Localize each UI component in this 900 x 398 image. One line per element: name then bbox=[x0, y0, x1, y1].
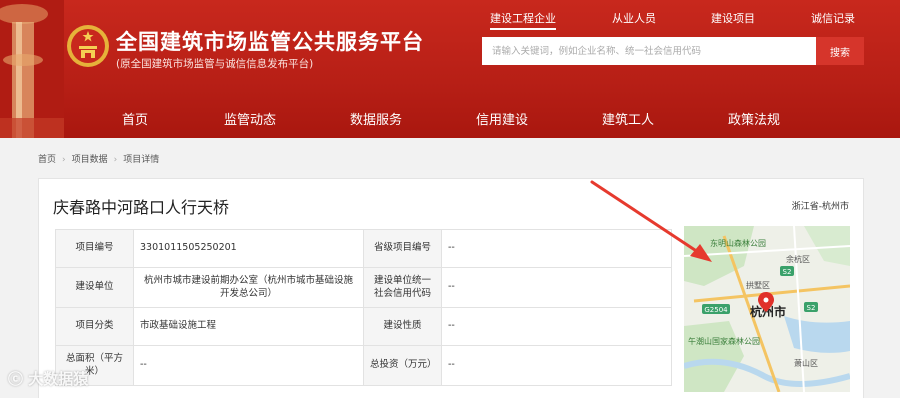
map-road-badge-text: G2504 bbox=[704, 306, 728, 314]
tab-practitioners[interactable]: 从业人员 bbox=[612, 10, 656, 26]
project-info-table: 项目编号 330101150525020​1 省级项目编号 -- 建设单位 杭州… bbox=[55, 229, 672, 386]
tab-credit-records[interactable]: 诚信记录 bbox=[811, 10, 855, 26]
label-project-category: 项目分类 bbox=[55, 307, 134, 346]
breadcrumb-project-detail: 项目详情 bbox=[123, 155, 160, 165]
table-row: 建设单位 杭州市城市建设前期办公室（杭州市城市基础设施开发总公司） 建设单位统一… bbox=[55, 267, 672, 308]
map-label: 拱墅区 bbox=[746, 280, 770, 290]
header-banner: 全国建筑市场监管公共服务平台 (原全国建筑市场监管与诚信信息发布平台) 建设工程… bbox=[0, 0, 900, 138]
breadcrumb-home[interactable]: 首页 bbox=[38, 155, 56, 165]
label-unit-credit-code: 建设单位统一社会信用代码 bbox=[363, 267, 442, 308]
table-row: 项目分类 市政基础设施工程 建设性质 -- bbox=[55, 307, 672, 346]
value-total-investment: -- bbox=[441, 345, 672, 386]
nav-credit-building[interactable]: 信用建设 bbox=[476, 109, 528, 128]
project-title: 庆春路中河路口人行天桥 bbox=[53, 198, 230, 217]
label-project-number: 项目编号 bbox=[55, 229, 134, 268]
page: 全国建筑市场监管公共服务平台 (原全国建筑市场监管与诚信信息发布平台) 建设工程… bbox=[0, 0, 900, 398]
tab-construction-projects[interactable]: 建设项目 bbox=[711, 10, 755, 26]
nav-home[interactable]: 首页 bbox=[122, 109, 148, 128]
nav-construction-workers[interactable]: 建筑工人 bbox=[602, 109, 654, 128]
table-row: 项目编号 330101150525020​1 省级项目编号 -- bbox=[55, 229, 672, 268]
map-label: 萧山区 bbox=[794, 358, 818, 368]
value-project-number: 330101150525020​1 bbox=[133, 229, 364, 268]
watermark-logo: ⓒ 大数据猿 bbox=[8, 368, 88, 389]
site-title: 全国建筑市场监管公共服务平台 bbox=[116, 30, 424, 54]
top-tabs: 建设工程企业 从业人员 建设项目 诚信记录 bbox=[470, 10, 890, 30]
map-road-badge-text: S2 bbox=[783, 268, 792, 276]
label-construction-nature: 建设性质 bbox=[363, 307, 442, 346]
huabiao-pillar-decoration bbox=[0, 0, 64, 138]
red-arrow-annotation bbox=[590, 180, 712, 262]
value-construction-nature: -- bbox=[441, 307, 672, 346]
chevron-right-icon: › bbox=[62, 155, 66, 165]
search-input[interactable] bbox=[482, 37, 816, 65]
map-label: 午潮山国家森林公园 bbox=[688, 336, 760, 346]
label-total-investment: 总投资（万元） bbox=[363, 345, 442, 386]
search-button[interactable]: 搜索 bbox=[816, 37, 864, 65]
tab-construction-companies[interactable]: 建设工程企业 bbox=[490, 10, 556, 30]
main-nav: 首页 监管动态 数据服务 信用建设 建筑工人 政策法规 bbox=[70, 99, 870, 137]
breadcrumb: 首页 › 项目数据 › 项目详情 bbox=[38, 152, 159, 165]
label-construction-unit: 建设单位 bbox=[55, 267, 134, 308]
breadcrumb-project-data[interactable]: 项目数据 bbox=[72, 155, 108, 165]
nav-regulatory-news[interactable]: 监管动态 bbox=[224, 109, 276, 128]
value-project-category: 市政基础设施工程 bbox=[133, 307, 364, 346]
site-subtitle: (原全国建筑市场监管与诚信信息发布平台) bbox=[116, 58, 314, 70]
value-construction-unit: 杭州市城市建设前期办公室（杭州市城市基础设施开发总公司） bbox=[133, 267, 364, 308]
national-emblem-icon bbox=[67, 25, 109, 67]
map-road-badge-text: S2 bbox=[807, 304, 816, 312]
map-label: 余杭区 bbox=[786, 254, 810, 264]
watermark-icon: ⓒ bbox=[8, 370, 29, 388]
chevron-right-icon: › bbox=[113, 155, 118, 165]
table-row: 总面积（平方米） -- 总投资（万元） -- bbox=[55, 345, 672, 386]
nav-policies-regulations[interactable]: 政策法规 bbox=[728, 109, 780, 128]
nav-data-services[interactable]: 数据服务 bbox=[350, 109, 402, 128]
project-region: 浙江省-杭州市 bbox=[791, 202, 849, 212]
watermark-text: 大数据猿 bbox=[28, 370, 89, 388]
value-total-area: -- bbox=[133, 345, 364, 386]
label-provincial-project-number: 省级项目编号 bbox=[363, 229, 442, 268]
